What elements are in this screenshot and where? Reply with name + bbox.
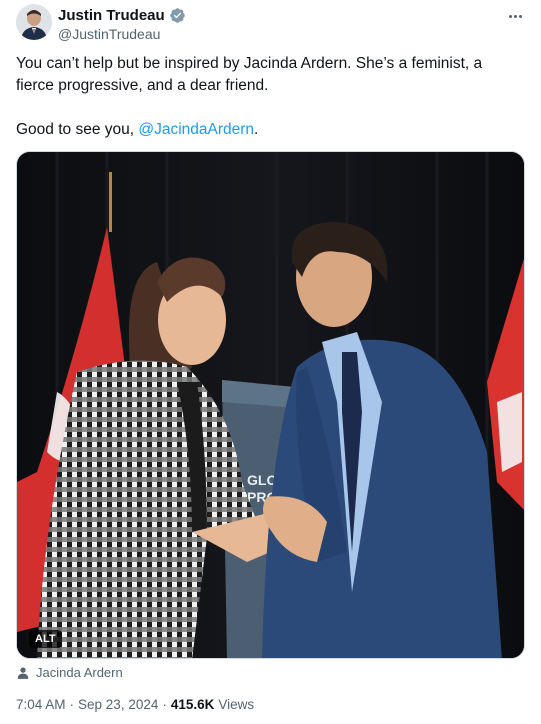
views-count: 415.6K [170, 697, 215, 712]
author-avatar[interactable] [16, 4, 52, 40]
tweet-meta: 7:04 AM · Sep 23, 2024 · 415.6K Views [16, 697, 254, 712]
tweet-line-1: You can’t help but be inspired by Jacind… [16, 55, 483, 94]
views-label: Views [218, 697, 255, 712]
more-options-icon[interactable] [505, 6, 525, 26]
photo-illustration: GLOBAL PROGRESS [17, 152, 524, 658]
author-name-row: Justin Trudeau [58, 7, 186, 24]
tagged-person-row[interactable]: Jacinda Ardern [16, 665, 123, 680]
tweet-line-2: Good to see you, @JacindaArdern. [16, 119, 516, 141]
verified-badge-icon [169, 8, 185, 23]
tagged-person-name[interactable]: Jacinda Ardern [36, 665, 123, 680]
tweet-photo[interactable]: GLOBAL PROGRESS ALT [16, 151, 525, 659]
meta-separator-2: · [162, 697, 167, 712]
tweet-line-2-prefix: Good to see you, [16, 121, 139, 138]
tweet-time[interactable]: 7:04 AM [16, 697, 66, 712]
author-handle[interactable]: @JustinTrudeau [58, 26, 160, 42]
meta-separator-1: · [69, 697, 75, 712]
alt-text-badge[interactable]: ALT [29, 630, 62, 648]
tweet-text: You can’t help but be inspired by Jacind… [16, 53, 516, 141]
tweet-line-2-suffix: . [254, 121, 259, 138]
tweet-date[interactable]: Sep 23, 2024 [78, 697, 158, 712]
mention-link[interactable]: @JacindaArdern [138, 121, 254, 138]
tweet-header: Justin Trudeau @JustinTrudeau [16, 4, 525, 44]
person-icon [17, 666, 29, 679]
author-display-name[interactable]: Justin Trudeau [58, 7, 165, 24]
